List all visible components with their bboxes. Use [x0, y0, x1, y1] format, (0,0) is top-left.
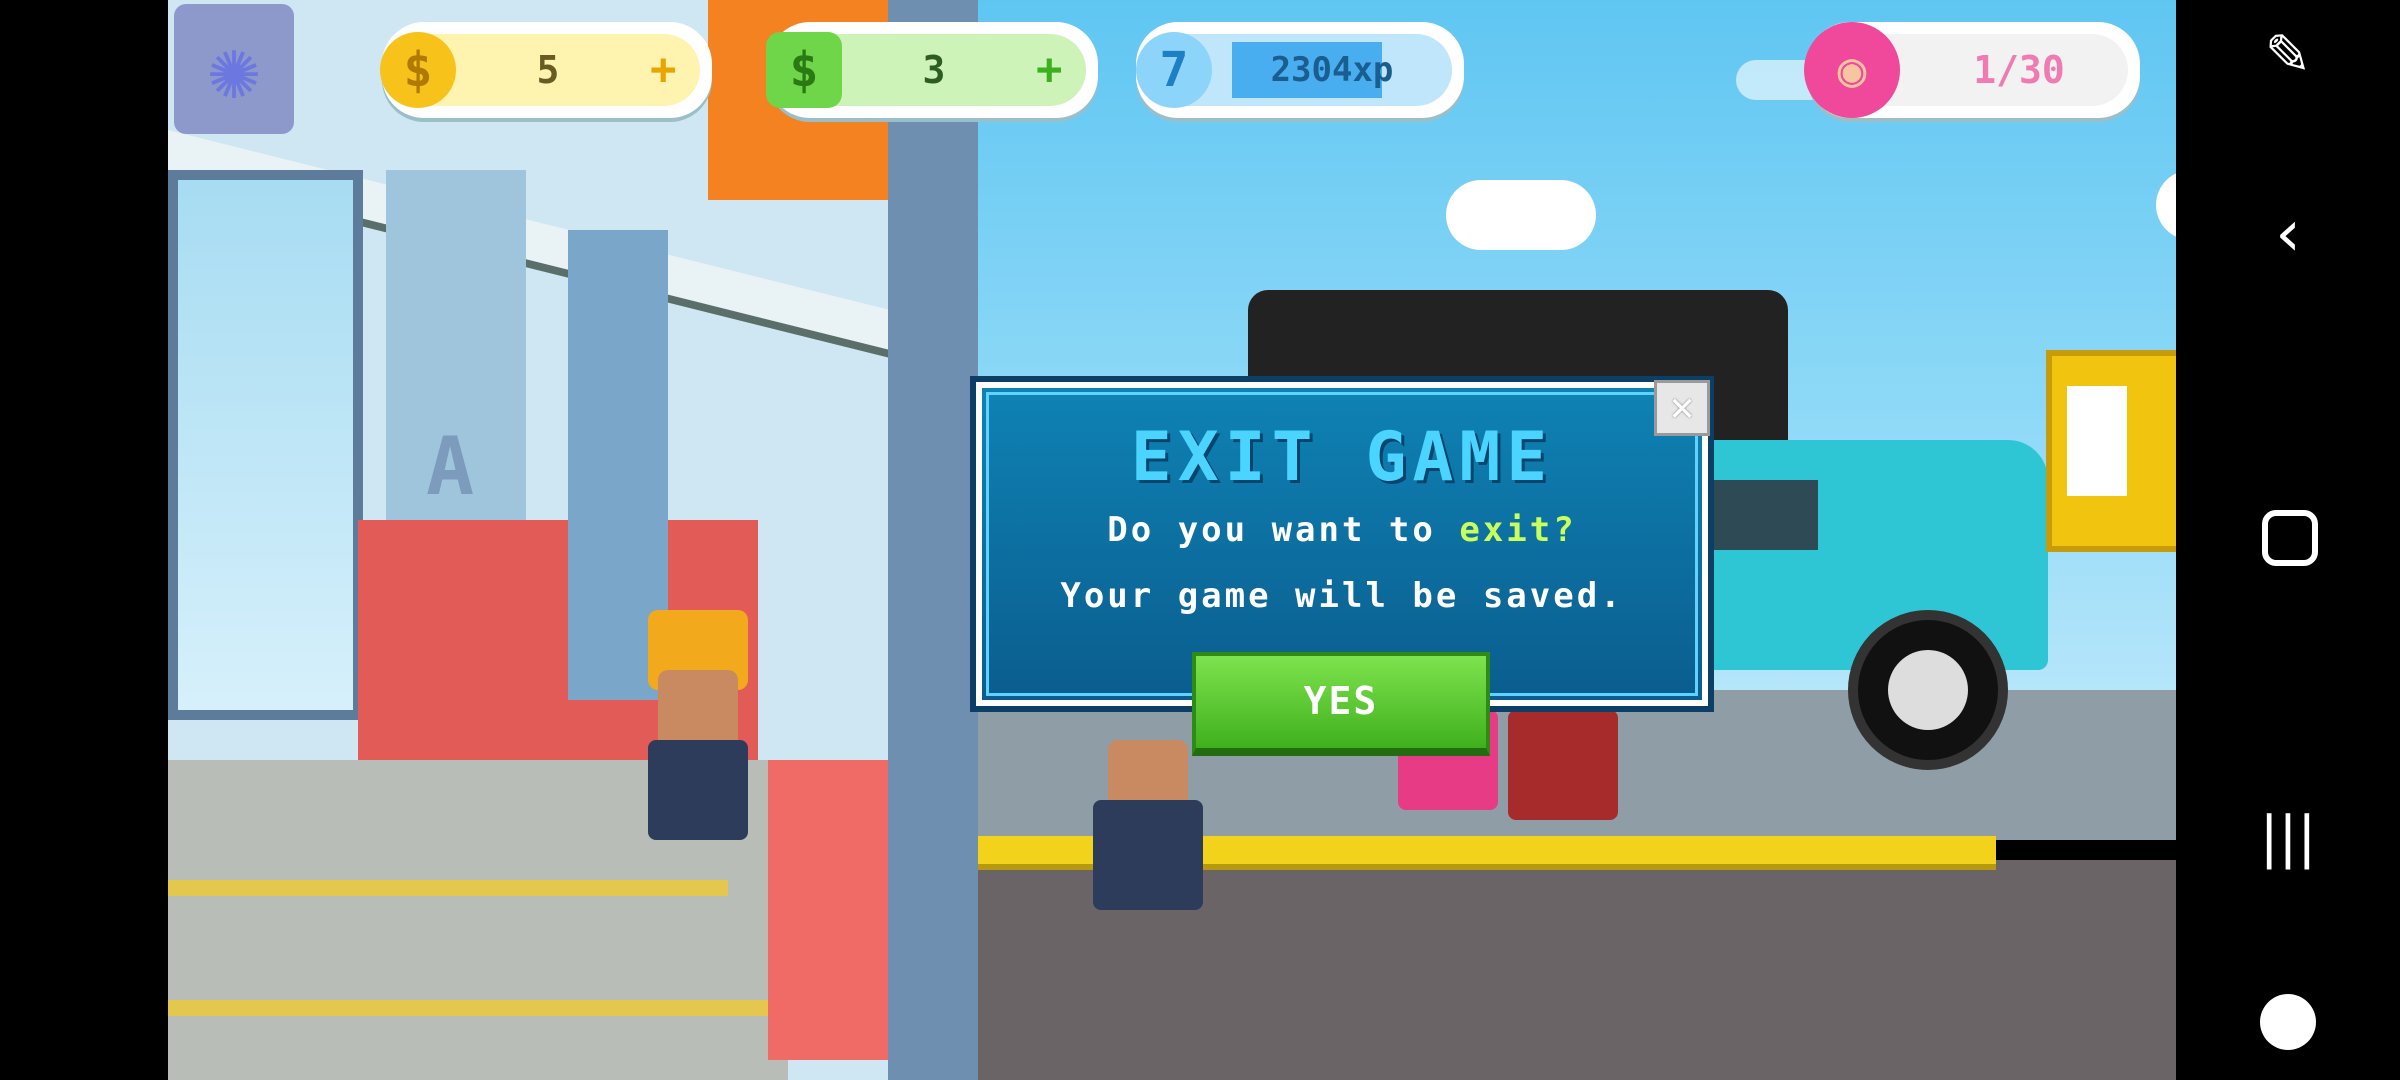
commuter-character[interactable]	[1088, 740, 1208, 920]
dialog-save-note: Your game will be saved.	[1060, 576, 1624, 616]
add-coins-button[interactable]: +	[650, 28, 677, 112]
settings-button[interactable]: ✺	[174, 4, 294, 134]
plane-level-icon: 7	[1136, 32, 1212, 108]
cash-value: 3	[922, 48, 946, 92]
dialog-title: EXIT GAME	[1130, 418, 1554, 497]
cash-icon: $	[766, 32, 842, 108]
worker-character[interactable]	[638, 610, 758, 850]
donut-counter[interactable]: ◉ 1/30	[1804, 22, 2140, 118]
station-building: A	[168, 0, 978, 1080]
xp-value: 2304xp	[1270, 50, 1394, 90]
donut-value: 1/30	[1973, 48, 2065, 92]
game-tools-icon[interactable]	[2238, 972, 2338, 1072]
vending-machine[interactable]	[2046, 350, 2176, 552]
yes-button[interactable]: YES	[1192, 652, 1490, 756]
coins-counter[interactable]: $ 5 +	[380, 22, 712, 118]
game-screen[interactable]: A ER ✺ $ 5 + $ 3 +	[168, 0, 2176, 1080]
coin-icon: $	[380, 32, 456, 108]
add-cash-button[interactable]: +	[1036, 28, 1063, 112]
home-icon[interactable]	[2238, 486, 2338, 586]
dialog-question: Do you want to exit?	[1107, 510, 1577, 550]
donut-icon: ◉	[1804, 22, 1900, 118]
coins-value: 5	[536, 48, 560, 92]
recents-icon[interactable]: |||	[2238, 788, 2338, 888]
screen-capture-icon[interactable]: ✎	[2238, 6, 2338, 106]
gear-icon: ✺	[208, 19, 260, 119]
system-nav-bar: ✎ ‹ |||	[2176, 0, 2400, 1080]
station-window	[168, 170, 363, 720]
cash-counter[interactable]: $ 3 +	[766, 22, 1098, 118]
platform-sign: A	[426, 420, 475, 513]
back-icon[interactable]: ‹	[2238, 184, 2338, 284]
xp-counter: 7 2304xp	[1136, 22, 1464, 118]
close-dialog-button[interactable]: ✕	[1654, 380, 1710, 436]
